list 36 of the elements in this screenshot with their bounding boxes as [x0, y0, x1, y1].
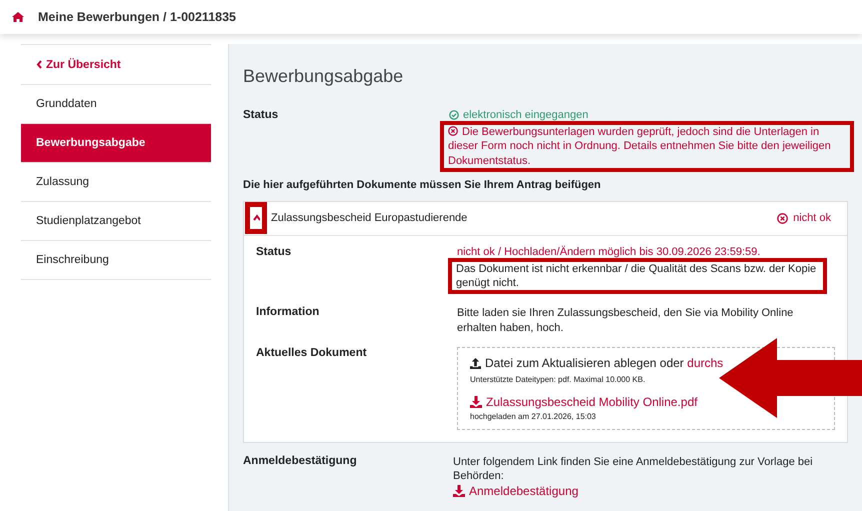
- status-message: Die Bewerbungsunterlagen wurden geprüft, jedoch sind die Unterlagen in dieser Form noch nicht in Ordnung. Details entnehmen Sie bitte den jeweiligen Dokumentstatus.: [448, 126, 831, 167]
- sidebar-item[interactable]: Einschreibung: [21, 241, 211, 280]
- breadcrumb: Meine Bewerbungen / 1-00211835: [38, 10, 236, 24]
- document-status-text: nicht ok: [793, 212, 831, 224]
- status-label: Status: [256, 246, 292, 260]
- chevron-left-icon: [36, 60, 43, 69]
- collapse-toggle[interactable]: [245, 202, 267, 234]
- registration-link[interactable]: Anmeldebestätigung: [453, 484, 578, 498]
- download-icon: [453, 485, 465, 498]
- sidebar-item[interactable]: Bewerbungsabgabe: [21, 124, 211, 163]
- rejection-reason: Das Dokument ist nicht erkennbar / die Qualität des Scans bzw. der Kopie genügt nicht.: [456, 262, 816, 290]
- back-link[interactable]: Zur Übersicht: [21, 44, 211, 85]
- information-text: Bitte laden sie Ihren Zulassungsbescheid, den Sie via Mobility Online erhalten haben, hoch.: [457, 306, 794, 336]
- sidebar-item[interactable]: Studienplatzangebot: [21, 202, 211, 241]
- file-type-hint: Unterstützte Dateitypen: pdf. Maximal 10.000 KB.: [470, 374, 646, 384]
- current-document-label: Aktuelles Dokument: [256, 347, 368, 362]
- information-label: Information: [256, 306, 320, 320]
- download-icon: [470, 396, 482, 408]
- registration-label: Anmeldebestätigung: [243, 454, 358, 469]
- check-circle-icon: [449, 110, 459, 120]
- upload-date: hochgeladen am 27.01.2026, 15:03: [470, 412, 597, 421]
- registration-text: Unter folgendem Link finden Sie eine Anmeldebestätigung zur Vorlage bei Behörden:: [453, 454, 814, 484]
- home-icon[interactable]: [12, 12, 24, 22]
- document-title: Zulassungsbescheid Europastudierende: [271, 212, 468, 224]
- caret-icon: [252, 214, 260, 223]
- browse-link[interactable]: durchs: [687, 356, 724, 370]
- document-status: nicht ok / Hochladen/Ändern möglich bis 30.09.2026 23:59:59.: [457, 246, 760, 258]
- error-circle-icon: [448, 126, 458, 136]
- file-link[interactable]: Zulassungsbescheid Mobility Online.pdf: [470, 394, 698, 409]
- upload-icon: [470, 358, 481, 370]
- page-title: Bewerbungsabgabe: [243, 66, 404, 87]
- error-circle-icon: [777, 212, 788, 224]
- received-status: elektronisch eingegangen: [449, 109, 848, 121]
- sidebar-item[interactable]: Zulassung: [21, 163, 211, 202]
- status-label: Status: [243, 109, 280, 123]
- documents-heading: Die hier aufgeführten Dokumente müssen Sie Ihrem Antrag beifügen: [243, 178, 602, 191]
